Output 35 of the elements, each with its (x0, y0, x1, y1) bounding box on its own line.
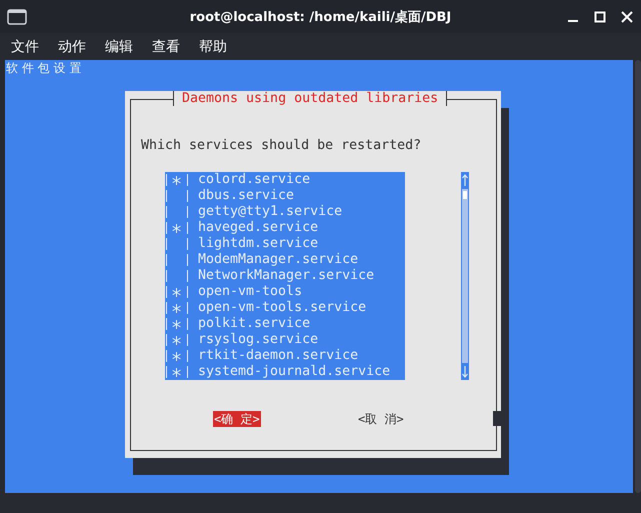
prompt-text: Which services should be restarted? (141, 138, 422, 154)
cancel-button[interactable]: <取 消> (357, 411, 405, 427)
dialog-title: Daemons using outdated libraries (173, 91, 448, 106)
service-name[interactable]: getty@tty1.service (198, 204, 342, 220)
checkbox[interactable] (166, 254, 188, 266)
menu-item[interactable]: 编辑 (99, 38, 139, 56)
service-name[interactable]: colord.service (198, 172, 310, 188)
service-name[interactable]: dbus.service (198, 188, 294, 204)
service-name[interactable]: open-vm-tools.service (198, 300, 366, 316)
checkbox[interactable] (166, 270, 188, 282)
service-name[interactable]: polkit.service (198, 316, 310, 332)
service-name[interactable]: systemd-journald.service (198, 364, 390, 380)
terminal-icon[interactable] (7, 8, 27, 24)
maximize-icon[interactable] (594, 10, 606, 22)
service-name[interactable]: NetworkManager.service (198, 268, 374, 284)
checkbox[interactable] (166, 190, 188, 202)
menu-item[interactable]: 查看 (146, 38, 186, 56)
checkbox[interactable] (166, 206, 188, 218)
ok-button[interactable]: <确 定> (213, 411, 261, 427)
window-title: root@localhost: /home/kaili/桌面/DBJ (190, 8, 452, 26)
service-name[interactable]: ModemManager.service (198, 252, 358, 268)
service-name[interactable]: rtkit-daemon.service (198, 348, 358, 364)
service-name[interactable]: rsyslog.service (198, 332, 318, 348)
checkbox[interactable] (166, 174, 188, 186)
service-name[interactable]: open-vm-tools (198, 284, 302, 300)
menu-item[interactable]: 帮助 (193, 38, 233, 56)
service-name[interactable]: haveged.service (198, 220, 318, 236)
service-name[interactable]: lightdm.service (198, 236, 318, 252)
close-icon[interactable] (621, 10, 633, 22)
menu-item[interactable]: 文件 (5, 38, 45, 56)
backtitle: 软 件 包 设 置 (5, 60, 82, 76)
scrollbar-drawing[interactable] (461, 172, 469, 380)
checkbox[interactable] (166, 238, 188, 250)
checkbox[interactable] (166, 366, 188, 378)
menu-item[interactable]: 动作 (52, 38, 92, 56)
